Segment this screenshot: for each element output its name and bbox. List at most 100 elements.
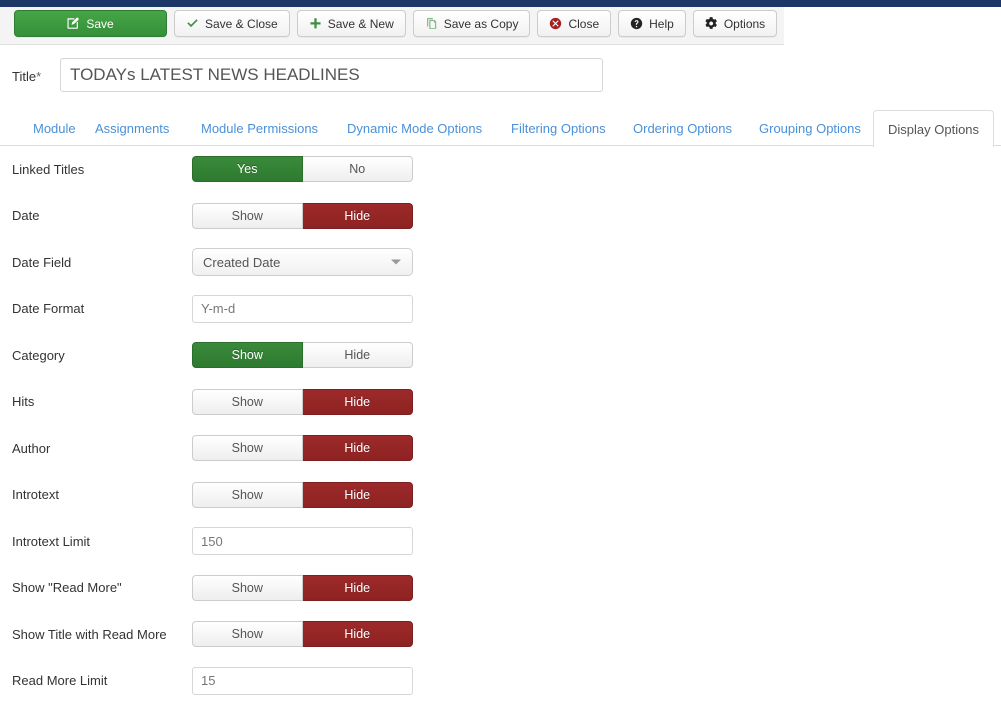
field-control-date: Show Hide: [192, 202, 413, 229]
toggle-option-linked-titles-yes[interactable]: Yes: [192, 156, 303, 183]
toggle-option-introtext-show[interactable]: Show: [192, 481, 303, 508]
tab-module-permissions[interactable]: Module Permissions: [186, 110, 333, 146]
form-row-show-title-with-read-more: Show Title with Read More Show Hide: [0, 611, 1001, 658]
toggle-option-introtext-hide[interactable]: Hide: [302, 481, 413, 508]
toggle-hits: Show Hide: [192, 388, 413, 415]
toggle-option-author-hide[interactable]: Hide: [302, 435, 413, 462]
input-read-more-limit[interactable]: [192, 666, 413, 695]
tab-grouping-options[interactable]: Grouping Options: [744, 110, 876, 146]
toggle-option-category-hide[interactable]: Hide: [302, 342, 413, 369]
field-label-hits: Hits: [12, 394, 35, 410]
tab-assignments[interactable]: Assignments: [80, 110, 184, 146]
save-as-copy-button[interactable]: Save as Copy: [412, 10, 531, 37]
toggle-option-author-show[interactable]: Show: [192, 435, 303, 462]
field-control-author: Show Hide: [192, 435, 413, 462]
check-icon: [186, 17, 199, 30]
toggle-option-show-title-with-read-more-hide[interactable]: Hide: [302, 621, 413, 648]
tab-display-options[interactable]: Display Options: [873, 110, 995, 147]
toggle-option-hits-hide[interactable]: Hide: [302, 388, 413, 415]
field-label-introtext: Introtext: [12, 487, 59, 503]
copy-icon: [425, 17, 438, 30]
tab-label: Filtering Options: [511, 121, 606, 136]
help-button[interactable]: Help: [618, 10, 686, 37]
toggle-option-show-read-more-hide[interactable]: Hide: [302, 574, 413, 601]
select-date-field[interactable]: Created Date: [192, 248, 413, 277]
field-label-linked-titles: Linked Titles: [12, 161, 85, 177]
field-label-category: Category: [12, 347, 65, 363]
required-marker: *: [36, 69, 42, 84]
toggle-option-category-show[interactable]: Show: [192, 342, 303, 369]
field-control-show-read-more: Show Hide: [192, 574, 413, 601]
form-row-introtext-limit: Introtext Limit: [0, 518, 1001, 565]
pencil-square-icon: [67, 17, 80, 30]
toggle-option-linked-titles-no[interactable]: No: [302, 156, 413, 183]
field-control-introtext-limit: [192, 527, 413, 556]
toolbar-button-label: Save & Close: [205, 16, 278, 31]
field-label-introtext-limit: Introtext Limit: [12, 533, 91, 549]
form-row-date-format: Date Format: [0, 286, 1001, 333]
form-row-read-more-limit: Read More Limit: [0, 658, 1001, 705]
toggle-show-read-more: Show Hide: [192, 574, 413, 601]
field-control-introtext: Show Hide: [192, 481, 413, 508]
toolbar-button-label: Save as Copy: [443, 16, 519, 31]
toggle-author: Show Hide: [192, 435, 413, 462]
toolbar-button-label: Help: [649, 16, 674, 31]
field-control-read-more-limit: [192, 666, 413, 695]
field-label-show-title-with-read-more: Show Title with Read More: [12, 626, 167, 642]
options-button[interactable]: Options: [692, 10, 778, 37]
field-control-date-field: Created Date: [192, 248, 413, 277]
toggle-option-show-title-with-read-more-show[interactable]: Show: [192, 621, 303, 648]
toggle-option-show-read-more-show[interactable]: Show: [192, 574, 303, 601]
field-label-show-read-more: Show "Read More": [12, 580, 122, 596]
plus-icon: [309, 17, 322, 30]
field-label-date-field: Date Field: [12, 254, 72, 270]
toggle-category: Show Hide: [192, 342, 413, 369]
tab-dynamic-mode-options[interactable]: Dynamic Mode Options: [332, 110, 497, 146]
title-field-row: Title*: [0, 58, 1001, 100]
toggle-show-title-with-read-more: Show Hide: [192, 621, 413, 648]
field-label-date: Date: [12, 208, 40, 224]
toggle-option-date-hide[interactable]: Hide: [302, 202, 413, 229]
form-row-hits: Hits Show Hide: [0, 379, 1001, 426]
chevron-down-icon: [391, 259, 401, 265]
input-date-format[interactable]: [192, 294, 413, 323]
save-close-button[interactable]: Save & Close: [174, 10, 290, 37]
field-label-read-more-limit: Read More Limit: [12, 673, 108, 689]
field-label-date-format: Date Format: [12, 301, 85, 317]
form-row-date-field: Date Field Created Date: [0, 239, 1001, 286]
toggle-option-hits-show[interactable]: Show: [192, 388, 303, 415]
toolbar-button-label: Close: [568, 16, 600, 31]
field-label-author: Author: [12, 440, 51, 456]
title-input[interactable]: [60, 58, 603, 92]
form-row-date: Date Show Hide: [0, 193, 1001, 240]
form-row-category: Category Show Hide: [0, 332, 1001, 379]
field-control-hits: Show Hide: [192, 388, 413, 415]
gear-icon: [705, 17, 718, 30]
editor-toolbar: Save Save & Close Save & New Save as Copy Cl…: [0, 7, 784, 45]
close-button[interactable]: Close: [537, 10, 612, 37]
tab-ordering-options[interactable]: Ordering Options: [618, 110, 747, 146]
tab-label: Grouping Options: [759, 121, 861, 136]
field-control-show-title-with-read-more: Show Hide: [192, 621, 413, 648]
form-row-introtext: Introtext Show Hide: [0, 472, 1001, 519]
form-row-show-read-more: Show "Read More" Show Hide: [0, 565, 1001, 612]
title-label-text: Title: [12, 69, 37, 84]
form-row-author: Author Show Hide: [0, 425, 1001, 472]
tab-label: Dynamic Mode Options: [347, 121, 483, 136]
field-control-linked-titles: Yes No: [192, 156, 413, 183]
tab-filtering-options[interactable]: Filtering Options: [496, 110, 621, 146]
save-new-button[interactable]: Save & New: [296, 10, 406, 37]
tab-label: Module: [33, 121, 76, 136]
toggle-date: Show Hide: [192, 202, 413, 229]
top-navy-bar: [0, 0, 1001, 7]
display-options-form: Linked Titles Yes No Date Show Hide Date Field…: [0, 146, 1001, 704]
tab-label: Assignments: [95, 121, 170, 136]
toolbar-button-group: Save Save & Close Save & New Save as Copy Cl…: [14, 10, 778, 37]
toolbar-button-label: Save & New: [327, 16, 394, 31]
cancel-circle-icon: [549, 17, 562, 30]
tab-label: Ordering Options: [633, 121, 732, 136]
save-button[interactable]: Save: [14, 10, 167, 37]
tab-label: Module Permissions: [201, 121, 319, 136]
input-introtext-limit[interactable]: [192, 527, 413, 556]
toggle-option-date-show[interactable]: Show: [192, 202, 303, 229]
